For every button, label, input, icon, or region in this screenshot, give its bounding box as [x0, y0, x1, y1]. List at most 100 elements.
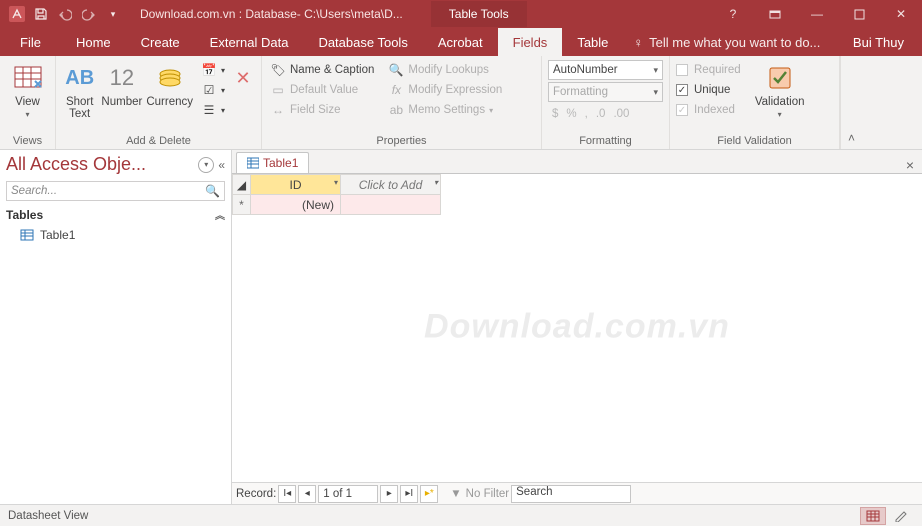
maximize-icon[interactable]	[838, 0, 880, 28]
tab-database-tools[interactable]: Database Tools	[303, 28, 422, 56]
chevron-down-icon: ▾	[653, 65, 658, 76]
default-value-label: Default Value	[290, 84, 358, 96]
data-type-combo[interactable]: AutoNumber▾	[548, 60, 663, 80]
comma-format-icon: ,	[585, 108, 588, 120]
tab-external-data[interactable]: External Data	[195, 28, 304, 56]
redo-icon[interactable]	[78, 3, 100, 25]
indexed-label: Indexed	[694, 104, 735, 116]
chevron-up-icon: ︽	[215, 207, 225, 222]
more-fields-button[interactable]: ☰▾	[199, 100, 227, 120]
row-selector[interactable]: *	[233, 195, 251, 215]
field-size-label: Field Size	[290, 104, 341, 116]
close-tab-icon[interactable]: ×	[898, 157, 922, 173]
more-fields-icon: ☰	[201, 102, 217, 118]
record-search-input[interactable]: Search	[511, 485, 631, 503]
modify-lookups-label: Modify Lookups	[408, 64, 489, 76]
nav-item-label: Table1	[40, 228, 75, 242]
save-icon[interactable]	[30, 3, 52, 25]
number-icon: 12	[106, 62, 138, 94]
cell-id-new[interactable]: (New)	[251, 195, 341, 215]
record-counter[interactable]: 1 of 1	[318, 485, 378, 503]
checkbox-icon: ☑	[201, 82, 217, 98]
format-combo: Formatting▾	[548, 82, 663, 102]
datasheet[interactable]: ◢ ID ▾ Click to Add▾ * (New)	[232, 174, 922, 482]
tab-table[interactable]: Table	[562, 28, 623, 56]
modify-expression-label: Modify Expression	[408, 84, 502, 96]
design-view-switch[interactable]	[888, 507, 914, 525]
delete-button[interactable]: ✕	[231, 60, 255, 94]
next-record-button[interactable]: ▸	[380, 485, 398, 503]
first-record-button[interactable]: I◂	[278, 485, 296, 503]
view-button[interactable]: View ▾	[6, 60, 49, 119]
window-title: Download.com.vn : Database- C:\Users\met…	[130, 7, 413, 21]
currency-button[interactable]: Currency	[146, 60, 193, 108]
short-text-label: Short Text	[66, 96, 94, 120]
nav-search-input[interactable]: Search... 🔍	[6, 181, 225, 201]
datetime-button[interactable]: 📅▾	[199, 60, 227, 80]
shutter-bar-icon[interactable]: «	[218, 158, 225, 172]
datasheet-view-switch[interactable]	[860, 507, 886, 525]
search-placeholder: Search...	[11, 185, 57, 197]
close-icon[interactable]: ✕	[880, 0, 922, 28]
doc-tab-table1[interactable]: Table1	[236, 152, 309, 173]
field-size-icon: ↔	[270, 102, 286, 118]
chevron-down-icon: ▾	[778, 110, 782, 119]
chevron-down-icon: ▾	[25, 110, 29, 119]
undo-icon[interactable]	[54, 3, 76, 25]
percent-format-icon: %	[566, 108, 576, 120]
view-label: View	[15, 96, 40, 108]
nav-title[interactable]: All Access Obje...	[6, 154, 198, 175]
column-id-label: ID	[290, 178, 302, 192]
new-record-row[interactable]: * (New)	[233, 195, 441, 215]
yesno-button[interactable]: ☑▾	[199, 80, 227, 100]
record-label: Record:	[236, 488, 276, 500]
last-record-button[interactable]: ▸I	[400, 485, 418, 503]
tab-fields[interactable]: Fields	[498, 28, 563, 56]
prev-record-button[interactable]: ◂	[298, 485, 316, 503]
field-size-button: ↔ Field Size	[268, 100, 376, 120]
unique-checkbox[interactable]: ✓Unique	[676, 80, 741, 100]
calendar-icon: 📅	[201, 62, 217, 78]
ribbon-tabs: File Home Create External Data Database …	[0, 28, 922, 56]
validation-button[interactable]: Validation ▾	[751, 60, 809, 119]
doc-tab-label: Table1	[263, 156, 298, 170]
currency-label: Currency	[146, 96, 193, 108]
tab-create[interactable]: Create	[126, 28, 195, 56]
chevron-down-icon[interactable]: ▾	[334, 178, 338, 187]
collapse-ribbon-icon[interactable]: ˄	[840, 56, 862, 149]
minimize-icon[interactable]: —	[796, 0, 838, 28]
help-icon[interactable]: ?	[712, 0, 754, 28]
navigation-pane: All Access Obje... ▾ « Search... 🔍 Table…	[0, 150, 232, 504]
required-checkbox: Required	[676, 60, 741, 80]
memo-settings-label: Memo Settings	[408, 104, 485, 116]
filter-indicator[interactable]: ▼No Filter	[450, 488, 509, 500]
qat-dropdown-icon[interactable]: ▾	[102, 3, 124, 25]
select-all-cell[interactable]: ◢	[233, 175, 251, 195]
number-format-buttons: $ % , .0 .00	[548, 104, 663, 124]
tab-acrobat[interactable]: Acrobat	[423, 28, 498, 56]
group-properties-label: Properties	[268, 133, 535, 149]
no-filter-label: No Filter	[466, 488, 509, 500]
column-header-id[interactable]: ID ▾	[251, 175, 341, 195]
new-record-button[interactable]: ▸*	[420, 485, 438, 503]
lookup-icon: 🔍	[388, 62, 404, 78]
nav-section-tables[interactable]: Tables ︽	[0, 205, 231, 224]
nav-item-table1[interactable]: Table1	[0, 224, 231, 246]
tab-home[interactable]: Home	[61, 28, 126, 56]
nav-menu-icon[interactable]: ▾	[198, 157, 214, 173]
cell-empty[interactable]	[341, 195, 441, 215]
group-add-delete-label: Add & Delete	[62, 133, 255, 149]
validation-icon	[764, 62, 796, 94]
tab-file[interactable]: File	[0, 28, 61, 56]
column-header-add[interactable]: Click to Add▾	[341, 175, 441, 195]
ribbon-display-icon[interactable]	[754, 0, 796, 28]
name-caption-button[interactable]: 🏷Name & Caption	[268, 60, 376, 80]
main-area: All Access Obje... ▾ « Search... 🔍 Table…	[0, 150, 922, 504]
default-value-icon: ▭	[270, 82, 286, 98]
short-text-button[interactable]: AB Short Text	[62, 60, 97, 120]
modify-expression-button: fxModify Expression	[386, 80, 504, 100]
number-button[interactable]: 12 Number	[101, 60, 142, 108]
tell-me-box[interactable]: ♀ Tell me what you want to do...	[623, 28, 835, 56]
chevron-down-icon[interactable]: ▾	[434, 178, 438, 187]
user-name[interactable]: Bui Thuy	[835, 28, 922, 56]
